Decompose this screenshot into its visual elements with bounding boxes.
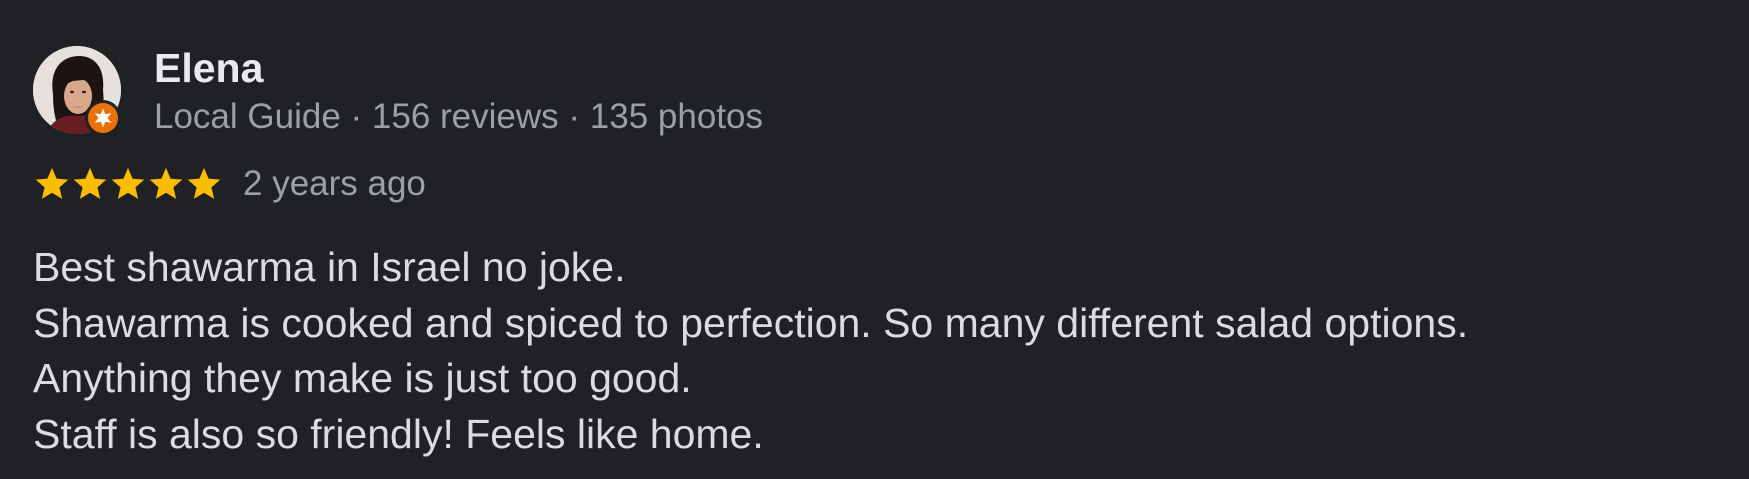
review-text-line: Shawarma is cooked and spiced to perfect…: [33, 299, 1469, 346]
rating-row: 2 years ago: [33, 164, 426, 204]
photo-count: 135 photos: [589, 97, 763, 136]
local-guide-badge: [85, 100, 121, 136]
meta-separator: ·: [558, 97, 590, 136]
local-guide-label: Local Guide: [154, 97, 341, 136]
star-icon: [35, 167, 69, 199]
star-icon: [111, 167, 145, 199]
review-header: Elena Local Guide · 156 reviews · 135 ph…: [33, 46, 763, 137]
meta-separator: ·: [340, 97, 372, 136]
star-icon: [73, 167, 107, 199]
author-name[interactable]: Elena: [154, 46, 763, 90]
author-meta[interactable]: Local Guide · 156 reviews · 135 photos: [154, 97, 763, 137]
local-guide-star-icon: [94, 108, 112, 128]
review-text: Best shawarma in Israel no joke. Shawarma…: [33, 240, 1468, 462]
review-text-line: Staff is also so friendly! Feels like ho…: [33, 410, 764, 457]
author-avatar-link[interactable]: [33, 46, 121, 136]
star-rating: [33, 165, 223, 203]
star-icon: [149, 167, 183, 199]
author-info: Elena Local Guide · 156 reviews · 135 ph…: [154, 46, 763, 137]
review-text-line: Anything they make is just too good.: [33, 355, 692, 401]
star-icon: [187, 167, 221, 199]
review-card: Elena Local Guide · 156 reviews · 135 ph…: [0, 0, 1749, 479]
review-time: 2 years ago: [243, 164, 426, 203]
review-count: 156 reviews: [371, 97, 559, 136]
review-text-line: Best shawarma in Israel no joke.: [33, 244, 626, 290]
